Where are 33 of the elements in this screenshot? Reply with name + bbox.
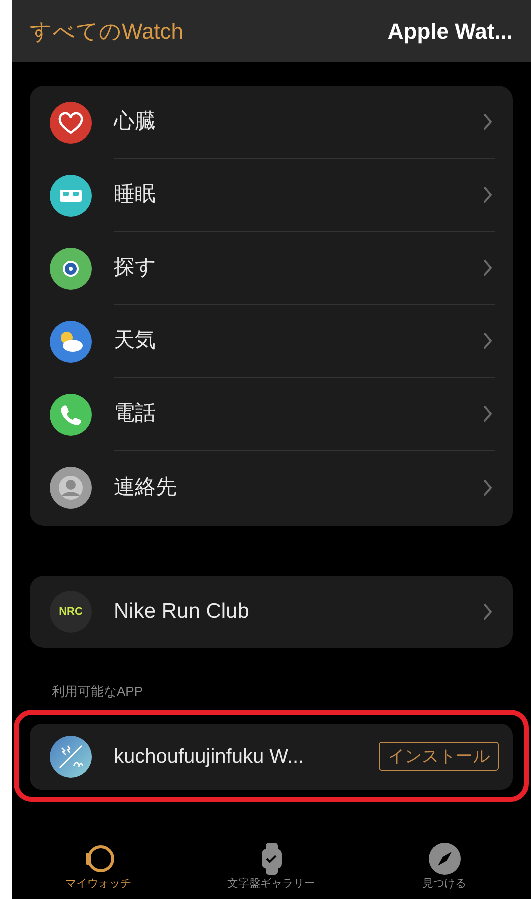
app-name: 心臓 <box>114 109 156 136</box>
app-row[interactable]: NRC Nike Run Club <box>30 576 513 648</box>
chevron-icon <box>483 259 493 277</box>
app-row[interactable]: 探す <box>30 232 513 305</box>
chevron-icon <box>483 186 493 204</box>
tab[interactable]: マイウォッチ <box>24 841 174 890</box>
nav-title: Apple Wat... <box>388 18 513 46</box>
app-row[interactable]: 天気 <box>30 305 513 378</box>
app-name: 睡眠 <box>114 182 156 208</box>
chevron-icon <box>483 113 493 131</box>
install-button[interactable]: インストール <box>379 742 499 772</box>
app-name: kuchoufuujinfuku W... <box>114 744 306 770</box>
chevron-icon <box>483 332 493 350</box>
chevron-icon <box>483 603 493 621</box>
chevron-icon <box>483 478 493 496</box>
chevron-icon <box>483 405 493 423</box>
app-name: 連絡先 <box>114 474 177 501</box>
app-name: Nike Run Club <box>114 599 250 626</box>
section-header: 利用可能なAPP <box>52 683 144 701</box>
nrc-logo: NRC <box>50 591 92 633</box>
app-row[interactable]: kuchoufuujinfuku W... インストール <box>30 724 513 790</box>
app-row[interactable]: 電話 <box>30 378 513 451</box>
app-row[interactable]: 心臓 <box>30 86 513 159</box>
compass-icon <box>426 841 462 877</box>
app-icon <box>50 736 92 778</box>
app-name: 天気 <box>114 328 156 354</box>
app-name: 電話 <box>114 401 156 428</box>
tab[interactable]: 文字盤ギャラリー <box>196 841 346 890</box>
app-name: 探す <box>114 255 157 282</box>
back-link[interactable]: すべてのWatch <box>30 14 184 48</box>
app-row[interactable]: 連絡先 <box>30 451 513 524</box>
tab[interactable]: 見つける <box>370 841 520 890</box>
app-row[interactable]: 睡眠 <box>30 159 513 232</box>
